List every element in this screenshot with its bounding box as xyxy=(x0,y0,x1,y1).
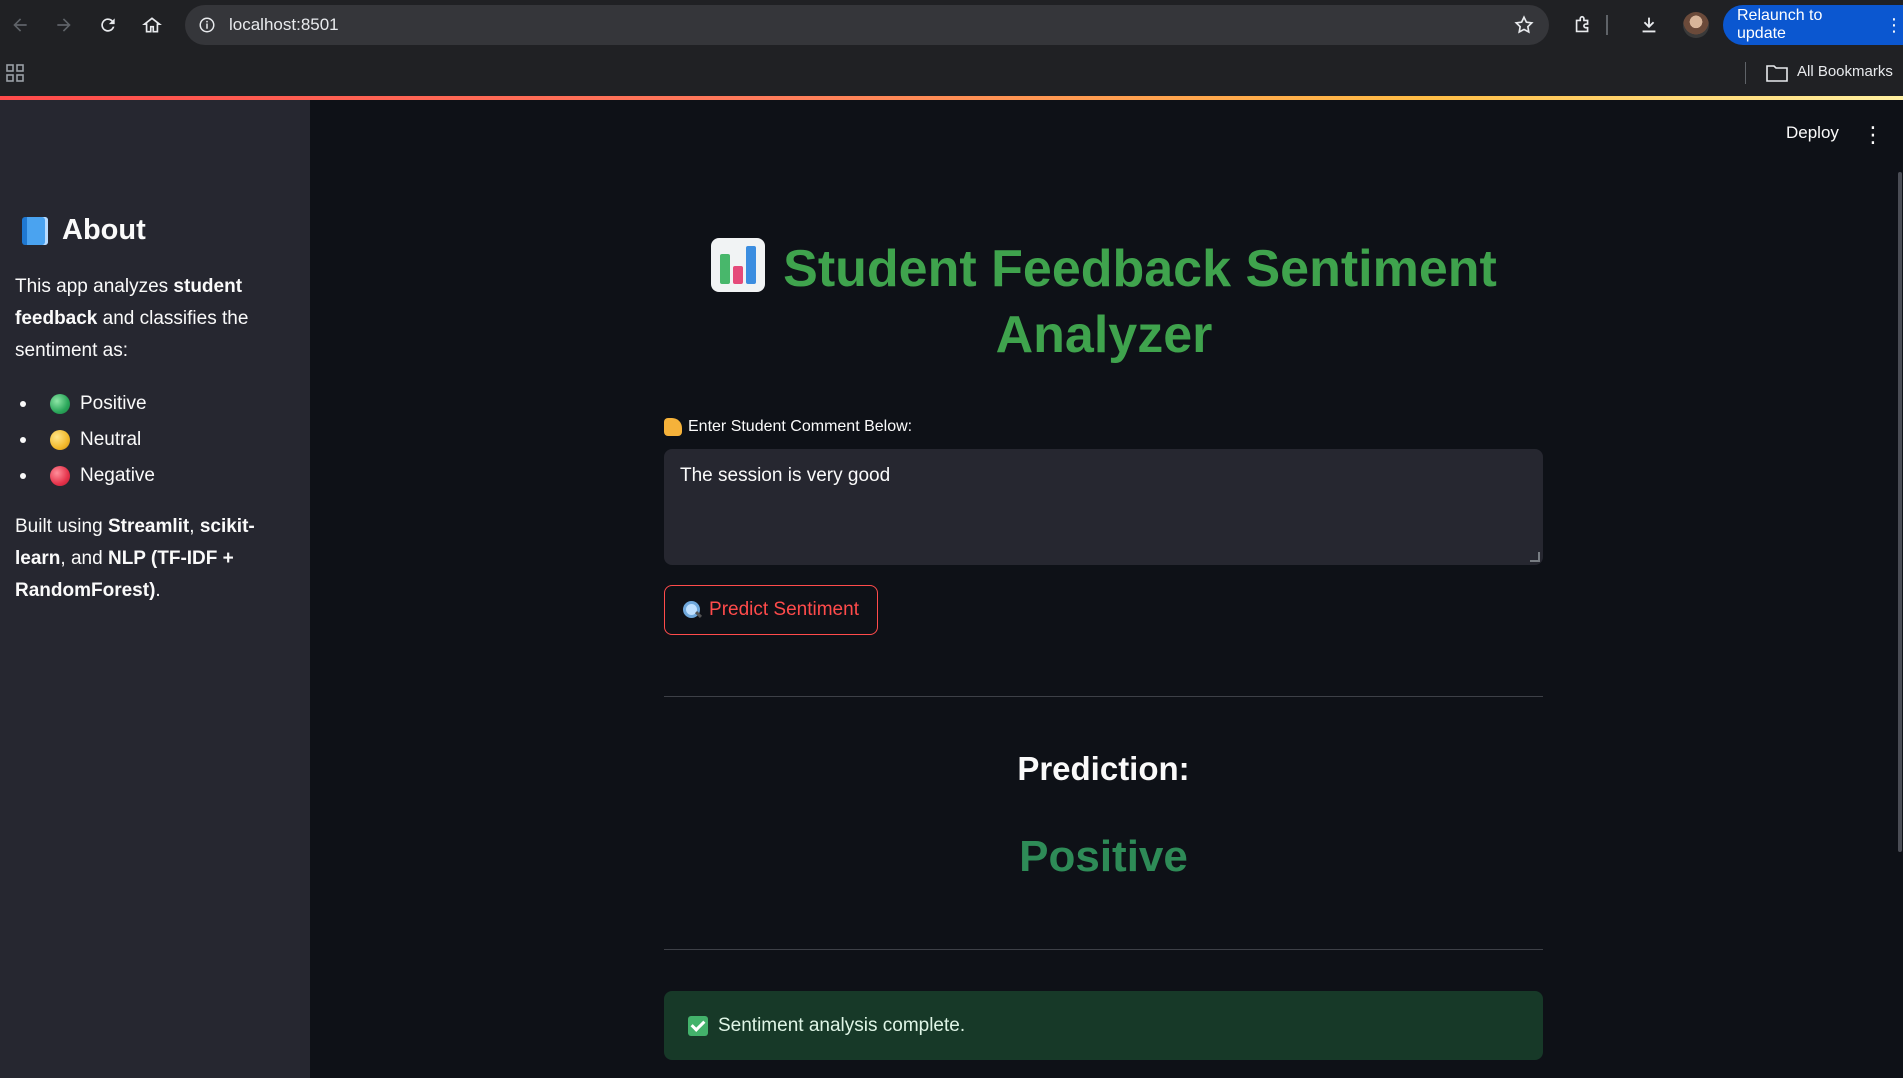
comment-value[interactable]: The session is very good xyxy=(680,465,890,486)
red-circle-icon xyxy=(50,466,70,486)
green-circle-icon xyxy=(50,394,70,414)
extensions-icon[interactable] xyxy=(1570,12,1596,38)
reload-icon[interactable] xyxy=(94,11,122,39)
url-text[interactable]: localhost:8501 xyxy=(229,15,339,35)
bullet xyxy=(20,473,26,479)
deploy-button[interactable]: Deploy xyxy=(1786,123,1839,143)
relaunch-button[interactable]: Relaunch to update ⋮ xyxy=(1723,5,1903,45)
toolbar-divider xyxy=(1606,15,1608,35)
relaunch-label: Relaunch to update xyxy=(1737,7,1823,42)
built-bold-streamlit: Streamlit xyxy=(107,516,190,537)
built-text-2: , xyxy=(189,516,200,537)
all-bookmarks-link[interactable]: All Bookmarks xyxy=(1797,63,1893,80)
bookmark-star-icon[interactable] xyxy=(1513,14,1535,36)
sidebar-title-text: About xyxy=(62,214,146,246)
address-bar[interactable]: localhost:8501 xyxy=(185,5,1549,45)
sidebar-title: About xyxy=(22,214,146,247)
intro-text: This app analyzes xyxy=(15,276,174,297)
more-vert-icon: ⋮ xyxy=(1885,14,1903,35)
list-item: Positive xyxy=(15,386,155,422)
prediction-heading: Prediction: xyxy=(1017,750,1190,787)
bullet xyxy=(20,401,26,407)
bookmarks-divider xyxy=(1745,62,1746,84)
sentiment-list: Positive Neutral Negative xyxy=(15,386,155,494)
comment-textarea[interactable]: The session is very good xyxy=(664,449,1543,565)
page-title: Student Feedback Sentiment Analyzer xyxy=(664,236,1544,368)
apps-grid-icon[interactable] xyxy=(6,64,24,82)
divider xyxy=(664,696,1543,697)
site-info-icon[interactable] xyxy=(197,15,217,35)
resize-handle[interactable] xyxy=(1530,552,1540,562)
bar-chart-icon xyxy=(711,238,766,292)
back-icon[interactable] xyxy=(6,11,34,39)
sidebar-built-with: Built using Streamlit, scikit-learn, and… xyxy=(15,511,265,607)
built-text: Built using xyxy=(15,516,108,537)
list-item: Neutral xyxy=(15,422,155,458)
divider xyxy=(664,949,1543,950)
bullet xyxy=(20,437,26,443)
predict-button-label: Predict Sentiment xyxy=(709,599,859,620)
forward-icon[interactable] xyxy=(50,11,78,39)
built-text-3: , and xyxy=(60,548,108,569)
predict-sentiment-button[interactable]: Predict Sentiment xyxy=(664,585,878,635)
sidebar-intro: This app analyzes student feedback and c… xyxy=(15,271,265,367)
success-alert: Sentiment analysis complete. xyxy=(664,991,1543,1060)
folder-icon[interactable] xyxy=(1766,64,1788,82)
bookmarks-bar: All Bookmarks xyxy=(0,50,1903,96)
main-menu-icon[interactable]: ⋮ xyxy=(1862,122,1884,148)
profile-avatar[interactable] xyxy=(1683,12,1709,38)
success-message: Sentiment analysis complete. xyxy=(718,1014,966,1036)
prediction-result: Positive xyxy=(1019,832,1188,881)
download-icon[interactable] xyxy=(1636,12,1662,38)
scrollbar[interactable] xyxy=(1898,172,1902,852)
list-item-label: Neutral xyxy=(80,429,142,450)
writing-hand-icon xyxy=(664,418,682,436)
page-title-text: Student Feedback Sentiment Analyzer xyxy=(783,240,1497,364)
comment-label: Enter Student Comment Below: xyxy=(664,418,912,436)
list-item-label: Negative xyxy=(80,465,155,486)
list-item-label: Positive xyxy=(80,393,147,414)
magnifier-icon xyxy=(683,601,701,619)
book-icon xyxy=(22,216,48,245)
browser-toolbar: localhost:8501 Relaunch to update ⋮ xyxy=(0,0,1903,50)
list-item: Negative xyxy=(15,458,155,494)
check-mark-icon xyxy=(688,1015,708,1036)
yellow-circle-icon xyxy=(50,430,70,450)
built-text-4: . xyxy=(155,580,161,601)
home-icon[interactable] xyxy=(138,11,166,39)
comment-label-text: Enter Student Comment Below: xyxy=(688,418,913,435)
